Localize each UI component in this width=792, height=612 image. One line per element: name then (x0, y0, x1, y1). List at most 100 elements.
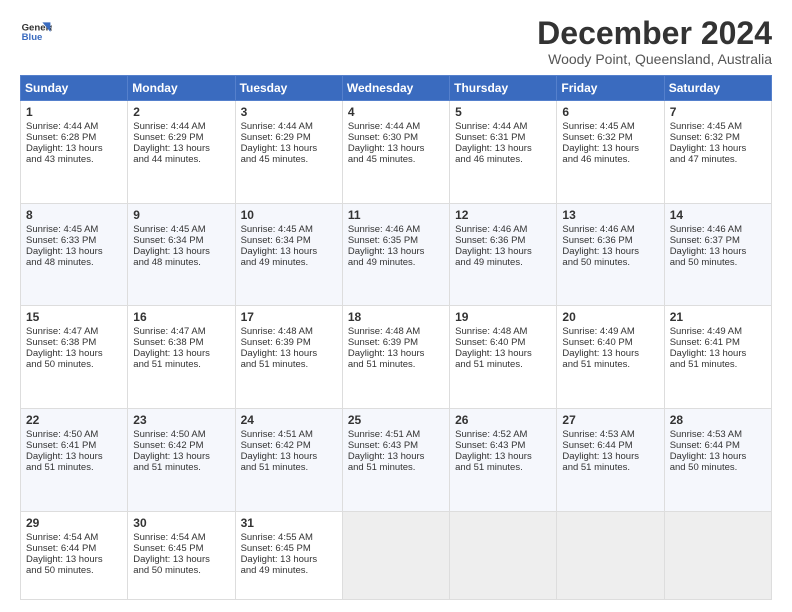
daylight-minutes: and 51 minutes. (241, 462, 309, 473)
calendar-cell: 14 Sunrise: 4:46 AM Sunset: 6:37 PM Dayl… (664, 203, 771, 306)
sunset-label: Sunset: 6:34 PM (241, 235, 311, 246)
daylight-label: Daylight: 13 hours (26, 451, 103, 462)
sunset-label: Sunset: 6:40 PM (455, 337, 525, 348)
sunrise-label: Sunrise: 4:46 AM (455, 224, 527, 235)
calendar-cell: 31 Sunrise: 4:55 AM Sunset: 6:45 PM Dayl… (235, 511, 342, 600)
day-number: 4 (348, 105, 444, 119)
calendar-header-monday: Monday (128, 76, 235, 101)
day-number: 23 (133, 413, 229, 427)
calendar-cell: 19 Sunrise: 4:48 AM Sunset: 6:40 PM Dayl… (450, 306, 557, 409)
sunset-label: Sunset: 6:37 PM (670, 235, 740, 246)
daylight-label: Daylight: 13 hours (241, 451, 318, 462)
sunrise-label: Sunrise: 4:54 AM (133, 532, 205, 543)
sunrise-label: Sunrise: 4:53 AM (562, 429, 634, 440)
daylight-label: Daylight: 13 hours (133, 451, 210, 462)
daylight-label: Daylight: 13 hours (26, 143, 103, 154)
sunrise-label: Sunrise: 4:45 AM (241, 224, 313, 235)
calendar-cell (664, 511, 771, 600)
daylight-label: Daylight: 13 hours (562, 143, 639, 154)
daylight-minutes: and 46 minutes. (455, 154, 523, 165)
daylight-label: Daylight: 13 hours (26, 554, 103, 565)
main-title: December 2024 (537, 16, 772, 51)
daylight-minutes: and 51 minutes. (455, 462, 523, 473)
daylight-label: Daylight: 13 hours (562, 451, 639, 462)
day-number: 10 (241, 208, 337, 222)
sunrise-label: Sunrise: 4:48 AM (241, 326, 313, 337)
daylight-label: Daylight: 13 hours (562, 246, 639, 257)
calendar-header-saturday: Saturday (664, 76, 771, 101)
sunset-label: Sunset: 6:34 PM (133, 235, 203, 246)
calendar-cell: 24 Sunrise: 4:51 AM Sunset: 6:42 PM Dayl… (235, 408, 342, 511)
day-number: 19 (455, 310, 551, 324)
calendar-cell: 17 Sunrise: 4:48 AM Sunset: 6:39 PM Dayl… (235, 306, 342, 409)
daylight-label: Daylight: 13 hours (670, 451, 747, 462)
sunset-label: Sunset: 6:35 PM (348, 235, 418, 246)
day-number: 8 (26, 208, 122, 222)
daylight-label: Daylight: 13 hours (348, 143, 425, 154)
sunset-label: Sunset: 6:45 PM (241, 543, 311, 554)
daylight-minutes: and 48 minutes. (26, 257, 94, 268)
calendar-cell: 4 Sunrise: 4:44 AM Sunset: 6:30 PM Dayli… (342, 101, 449, 204)
sunrise-label: Sunrise: 4:54 AM (26, 532, 98, 543)
daylight-minutes: and 49 minutes. (241, 565, 309, 576)
calendar-cell: 6 Sunrise: 4:45 AM Sunset: 6:32 PM Dayli… (557, 101, 664, 204)
daylight-minutes: and 47 minutes. (670, 154, 738, 165)
day-number: 28 (670, 413, 766, 427)
sunrise-label: Sunrise: 4:45 AM (670, 121, 742, 132)
day-number: 22 (26, 413, 122, 427)
day-number: 1 (26, 105, 122, 119)
daylight-minutes: and 51 minutes. (562, 462, 630, 473)
daylight-minutes: and 50 minutes. (670, 462, 738, 473)
sunset-label: Sunset: 6:42 PM (241, 440, 311, 451)
calendar-header-friday: Friday (557, 76, 664, 101)
daylight-minutes: and 50 minutes. (670, 257, 738, 268)
sunrise-label: Sunrise: 4:50 AM (26, 429, 98, 440)
daylight-label: Daylight: 13 hours (455, 246, 532, 257)
sunset-label: Sunset: 6:29 PM (133, 132, 203, 143)
sunrise-label: Sunrise: 4:55 AM (241, 532, 313, 543)
day-number: 24 (241, 413, 337, 427)
logo-icon: General Blue (20, 16, 52, 48)
sunset-label: Sunset: 6:28 PM (26, 132, 96, 143)
daylight-minutes: and 44 minutes. (133, 154, 201, 165)
daylight-label: Daylight: 13 hours (348, 348, 425, 359)
sunrise-label: Sunrise: 4:47 AM (26, 326, 98, 337)
calendar-cell: 21 Sunrise: 4:49 AM Sunset: 6:41 PM Dayl… (664, 306, 771, 409)
sunrise-label: Sunrise: 4:46 AM (562, 224, 634, 235)
daylight-minutes: and 45 minutes. (241, 154, 309, 165)
day-number: 7 (670, 105, 766, 119)
daylight-minutes: and 50 minutes. (26, 359, 94, 370)
day-number: 12 (455, 208, 551, 222)
calendar-cell (557, 511, 664, 600)
calendar-cell: 9 Sunrise: 4:45 AM Sunset: 6:34 PM Dayli… (128, 203, 235, 306)
calendar-cell (342, 511, 449, 600)
day-number: 31 (241, 516, 337, 530)
day-number: 27 (562, 413, 658, 427)
day-number: 26 (455, 413, 551, 427)
sunrise-label: Sunrise: 4:51 AM (348, 429, 420, 440)
calendar-week-row: 1 Sunrise: 4:44 AM Sunset: 6:28 PM Dayli… (21, 101, 772, 204)
logo: General Blue (20, 16, 52, 48)
calendar-cell: 30 Sunrise: 4:54 AM Sunset: 6:45 PM Dayl… (128, 511, 235, 600)
calendar-header-sunday: Sunday (21, 76, 128, 101)
calendar-week-row: 15 Sunrise: 4:47 AM Sunset: 6:38 PM Dayl… (21, 306, 772, 409)
daylight-minutes: and 51 minutes. (455, 359, 523, 370)
daylight-label: Daylight: 13 hours (241, 246, 318, 257)
calendar-cell: 28 Sunrise: 4:53 AM Sunset: 6:44 PM Dayl… (664, 408, 771, 511)
sunrise-label: Sunrise: 4:44 AM (348, 121, 420, 132)
sunrise-label: Sunrise: 4:48 AM (348, 326, 420, 337)
day-number: 15 (26, 310, 122, 324)
daylight-label: Daylight: 13 hours (241, 348, 318, 359)
sunset-label: Sunset: 6:42 PM (133, 440, 203, 451)
daylight-minutes: and 51 minutes. (241, 359, 309, 370)
day-number: 21 (670, 310, 766, 324)
daylight-label: Daylight: 13 hours (348, 246, 425, 257)
daylight-minutes: and 51 minutes. (133, 359, 201, 370)
header: General Blue December 2024 Woody Point, … (20, 16, 772, 67)
sunrise-label: Sunrise: 4:49 AM (670, 326, 742, 337)
sunrise-label: Sunrise: 4:48 AM (455, 326, 527, 337)
sunset-label: Sunset: 6:31 PM (455, 132, 525, 143)
sunset-label: Sunset: 6:32 PM (562, 132, 632, 143)
day-number: 13 (562, 208, 658, 222)
day-number: 17 (241, 310, 337, 324)
